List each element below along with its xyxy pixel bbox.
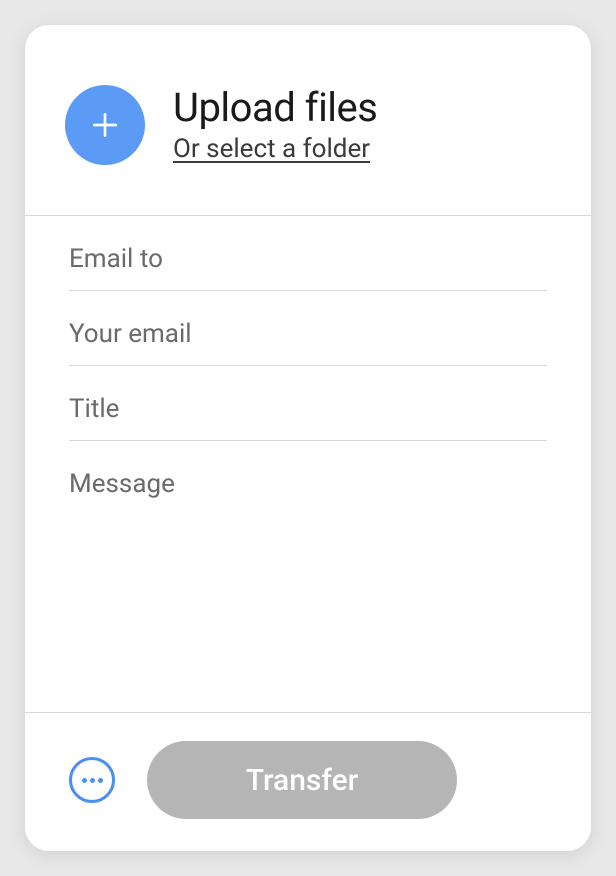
your-email-field	[69, 291, 547, 366]
more-options-button[interactable]	[69, 757, 115, 803]
select-folder-link[interactable]: Or select a folder	[173, 134, 377, 164]
footer: Transfer	[25, 712, 591, 851]
email-to-field	[69, 216, 547, 291]
title-field	[69, 366, 547, 441]
title-input[interactable]	[69, 394, 547, 424]
message-field	[69, 441, 547, 712]
your-email-input[interactable]	[69, 319, 547, 349]
form-section	[25, 216, 591, 712]
ellipsis-icon	[82, 778, 103, 783]
message-input[interactable]	[69, 469, 547, 569]
upload-section: Upload files Or select a folder	[25, 25, 591, 215]
upload-title: Upload files	[173, 86, 377, 130]
plus-icon	[89, 109, 121, 141]
transfer-button[interactable]: Transfer	[147, 741, 457, 819]
transfer-card: Upload files Or select a folder Transfer	[25, 25, 591, 851]
upload-text-group: Upload files Or select a folder	[173, 86, 377, 164]
email-to-input[interactable]	[69, 244, 547, 274]
add-files-button[interactable]	[65, 85, 145, 165]
